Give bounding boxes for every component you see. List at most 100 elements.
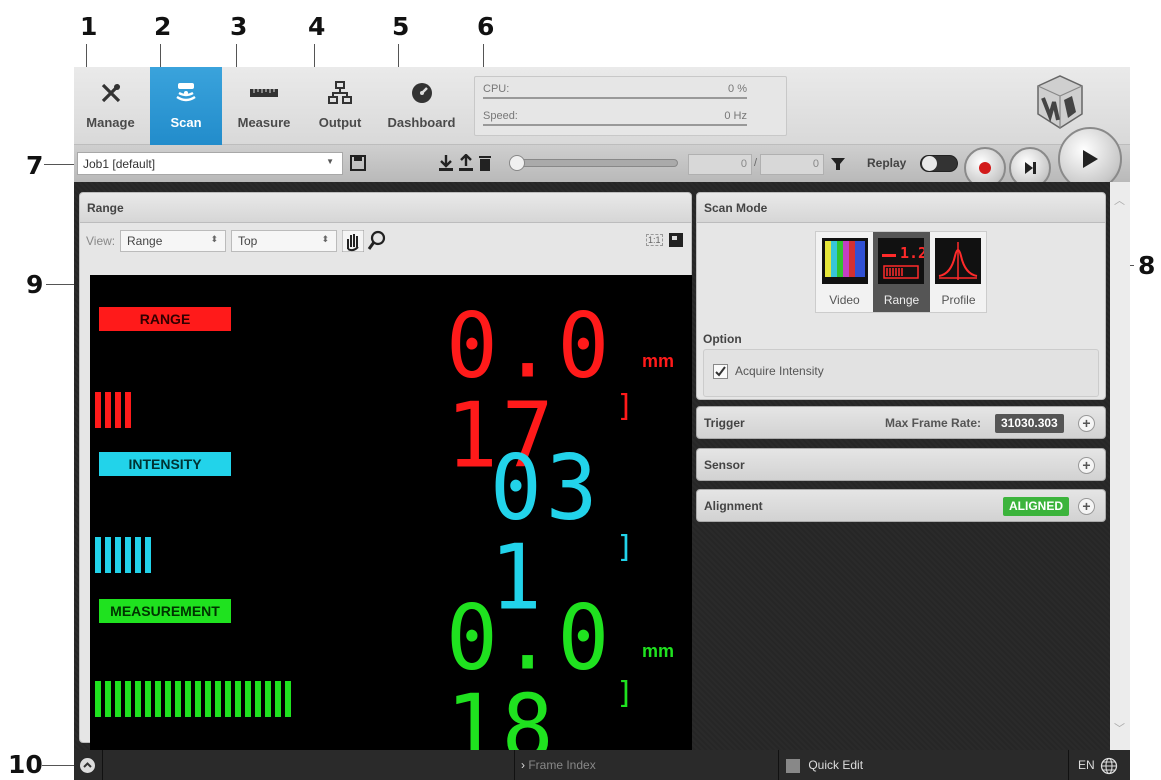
range-panel-title: Range — [80, 193, 691, 223]
language-selector[interactable]: EN — [1068, 750, 1130, 780]
aligned-badge: ALIGNED — [1003, 497, 1069, 516]
level-bar — [125, 392, 131, 428]
mode-range-label: Range — [883, 293, 920, 307]
expand-plus-icon[interactable]: + — [1078, 415, 1095, 432]
trigger-section[interactable]: Trigger Max Frame Rate: 31030.303 + — [696, 406, 1106, 439]
tab-manage-label: Manage — [86, 115, 135, 130]
bottom-bar: › Frame Index Quick Edit EN — [74, 750, 1130, 780]
speed-label: Speed: — [483, 110, 518, 122]
zoom-icon[interactable] — [367, 230, 387, 252]
zoom-reset-label[interactable]: 1:1 — [646, 234, 663, 246]
fullscreen-icon[interactable] — [668, 232, 684, 248]
range-unit: mm — [642, 351, 675, 371]
level-bar — [205, 681, 211, 717]
level-bar — [135, 537, 141, 573]
mode-video-label: Video — [829, 293, 860, 307]
step-icon — [1025, 162, 1036, 174]
trash-icon[interactable] — [478, 154, 492, 172]
level-bar — [115, 537, 121, 573]
tab-dashboard[interactable]: Dashboard — [379, 67, 464, 145]
scroll-up-icon[interactable]: ︿ — [1114, 192, 1125, 208]
callout-1: 1 — [80, 12, 98, 41]
replay-label: Replay — [867, 156, 907, 170]
tab-output[interactable]: Output — [304, 67, 376, 145]
filter-icon[interactable] — [830, 156, 846, 172]
scan-mode-title: Scan Mode — [697, 193, 1105, 223]
quick-edit-toggle[interactable]: Quick Edit — [778, 750, 1068, 780]
mode-video[interactable]: Video — [816, 232, 873, 312]
tools-icon — [101, 83, 120, 103]
level-bar — [245, 681, 251, 717]
frame-index-label: Frame Index — [528, 758, 596, 772]
toggle-knob — [922, 156, 937, 171]
scan-icon — [176, 83, 196, 102]
expand-log-button[interactable] — [80, 758, 95, 773]
tab-output-label: Output — [318, 115, 362, 130]
expand-plus-icon[interactable]: + — [1078, 498, 1095, 515]
mode-profile[interactable]: Profile — [930, 232, 987, 312]
cpu-value: 0 % — [728, 83, 747, 95]
level-bar — [105, 681, 111, 717]
main-scrollbar[interactable]: ︿ ﹀ — [1110, 182, 1130, 750]
svg-text:1.2: 1.2 — [900, 244, 924, 262]
option-label: Option — [703, 332, 742, 346]
level-bar — [235, 681, 241, 717]
callout-8: 8 — [1138, 251, 1156, 280]
scroll-down-icon[interactable]: ﹀ — [1114, 720, 1125, 736]
measurement-unit: mm — [642, 641, 675, 661]
acquire-intensity-label: Acquire Intensity — [735, 364, 824, 378]
callout-5: 5 — [392, 12, 410, 41]
download-icon[interactable] — [438, 154, 454, 172]
frame-index-button[interactable]: › Frame Index — [514, 750, 778, 780]
main-toolbar: Manage Scan Measure Output Dashboard CPU… — [74, 67, 1130, 145]
tab-scan[interactable]: Scan — [150, 67, 222, 145]
sensor-title: Sensor — [704, 458, 745, 472]
orientation-select-value: Top — [238, 234, 258, 248]
trigger-title: Trigger — [704, 416, 745, 430]
gauge-icon — [411, 83, 432, 103]
level-bar — [115, 681, 121, 717]
level-bar — [215, 681, 221, 717]
frame-current-input[interactable]: 0 — [688, 154, 752, 175]
callout-7: 7 — [26, 151, 44, 180]
pan-hand-icon[interactable] — [342, 230, 364, 252]
tab-measure-label: Measure — [237, 115, 291, 130]
level-bar — [285, 681, 291, 717]
upload-icon[interactable] — [458, 154, 474, 172]
quick-edit-checkbox[interactable] — [786, 758, 800, 773]
job-select[interactable]: Job1 [default] ▼ — [77, 152, 343, 175]
level-bar — [225, 681, 231, 717]
orientation-select[interactable]: Top ⬍ — [231, 230, 337, 252]
cpu-row: CPU: 0 % — [483, 83, 747, 99]
globe-icon — [1100, 757, 1118, 774]
sensor-section[interactable]: Sensor + — [696, 448, 1106, 481]
level-bar — [165, 681, 171, 717]
view-select[interactable]: Range ⬍ — [120, 230, 226, 252]
cpu-label: CPU: — [483, 83, 510, 95]
job-select-value: Job1 [default] — [83, 157, 156, 171]
level-bar — [95, 681, 101, 717]
tab-manage[interactable]: Manage — [74, 67, 147, 145]
replay-toggle[interactable] — [920, 155, 958, 172]
chevron-updown-icon: ⬍ — [210, 234, 218, 244]
intensity-tag: INTENSITY — [99, 452, 231, 476]
max-frame-rate-label: Max Frame Rate: — [885, 416, 982, 430]
frame-slider-handle[interactable] — [509, 155, 525, 171]
range-icon: 1.2 — [878, 238, 924, 284]
speed-value: 0 Hz — [724, 110, 747, 122]
expand-plus-icon[interactable]: + — [1078, 457, 1095, 474]
alignment-section[interactable]: Alignment ALIGNED + — [696, 489, 1106, 522]
mode-selector: Video 1.2 Range Profile — [815, 231, 987, 313]
level-bar — [255, 681, 261, 717]
tab-measure[interactable]: Measure — [224, 67, 304, 145]
save-icon[interactable] — [350, 155, 366, 171]
mode-range[interactable]: 1.2 Range — [873, 232, 930, 312]
level-bar — [265, 681, 271, 717]
bottom-spacer — [102, 750, 514, 780]
acquire-intensity-checkbox[interactable] — [713, 364, 728, 379]
level-bar — [185, 681, 191, 717]
callout-9: 9 — [26, 270, 44, 299]
level-bar — [155, 681, 161, 717]
chevron-down-icon: ▼ — [326, 157, 334, 166]
frame-slider[interactable] — [509, 155, 678, 171]
